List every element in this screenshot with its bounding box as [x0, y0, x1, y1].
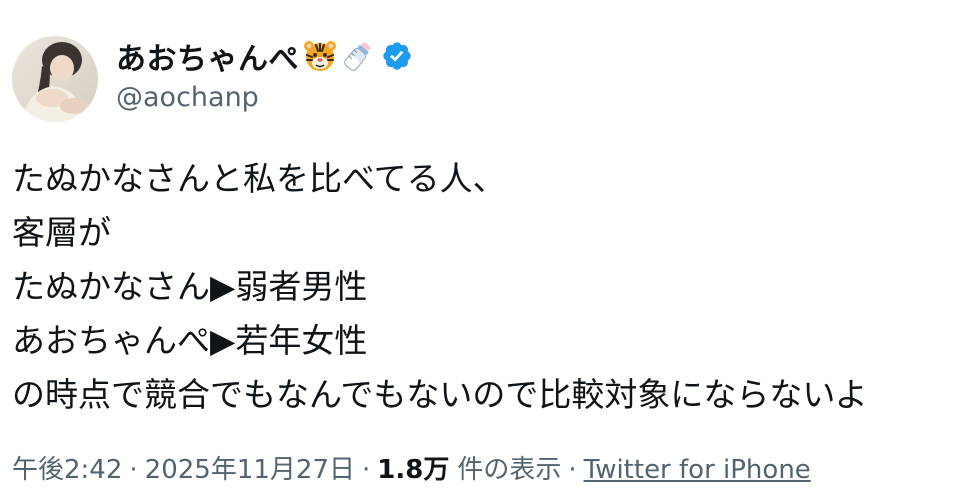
tweet-time[interactable]: 午後2:42	[12, 449, 122, 486]
tiger-face-icon	[303, 39, 337, 73]
user-handle[interactable]: @aochanp	[116, 82, 259, 113]
tweet-card: あおちゃんぺ @aochanp たぬかなさんと私を比べてる人、 客層が たぬかな…	[0, 0, 968, 503]
tweet-line: たぬかなさん▶︎弱者男性	[12, 267, 368, 306]
name-row: あおちゃんぺ	[116, 34, 413, 78]
tweet-line: 客層が	[12, 213, 111, 252]
tweet-date[interactable]: 2025年11月27日	[145, 449, 355, 486]
tweet-meta: 午後2:42 · 2025年11月27日 · 1.8万 件の表示 · Twitt…	[12, 449, 811, 486]
meta-separator: ·	[568, 455, 577, 485]
avatar-image	[12, 36, 98, 122]
tweet-line: あおちゃんぺ▶︎若年女性	[12, 321, 368, 360]
tweet-line: の時点で競合でもなんでもないので比較対象にならないよ	[12, 375, 868, 414]
display-name[interactable]: あおちゃんぺ	[116, 34, 299, 78]
views-count: 1.8万	[377, 455, 450, 485]
tweet-line: たぬかなさんと私を比べてる人、	[12, 159, 506, 198]
meta-separator: ·	[129, 455, 138, 485]
source-link[interactable]: Twitter for iPhone	[584, 455, 811, 485]
tweet-text: たぬかなさんと私を比べてる人、 客層が たぬかなさん▶︎弱者男性 あおちゃんぺ▶…	[12, 152, 956, 422]
baby-bottle-icon	[341, 39, 375, 73]
views-label: 件の表示	[457, 455, 562, 485]
verified-badge-icon[interactable]	[381, 40, 413, 72]
meta-separator: ·	[362, 455, 371, 485]
avatar[interactable]	[12, 36, 98, 122]
